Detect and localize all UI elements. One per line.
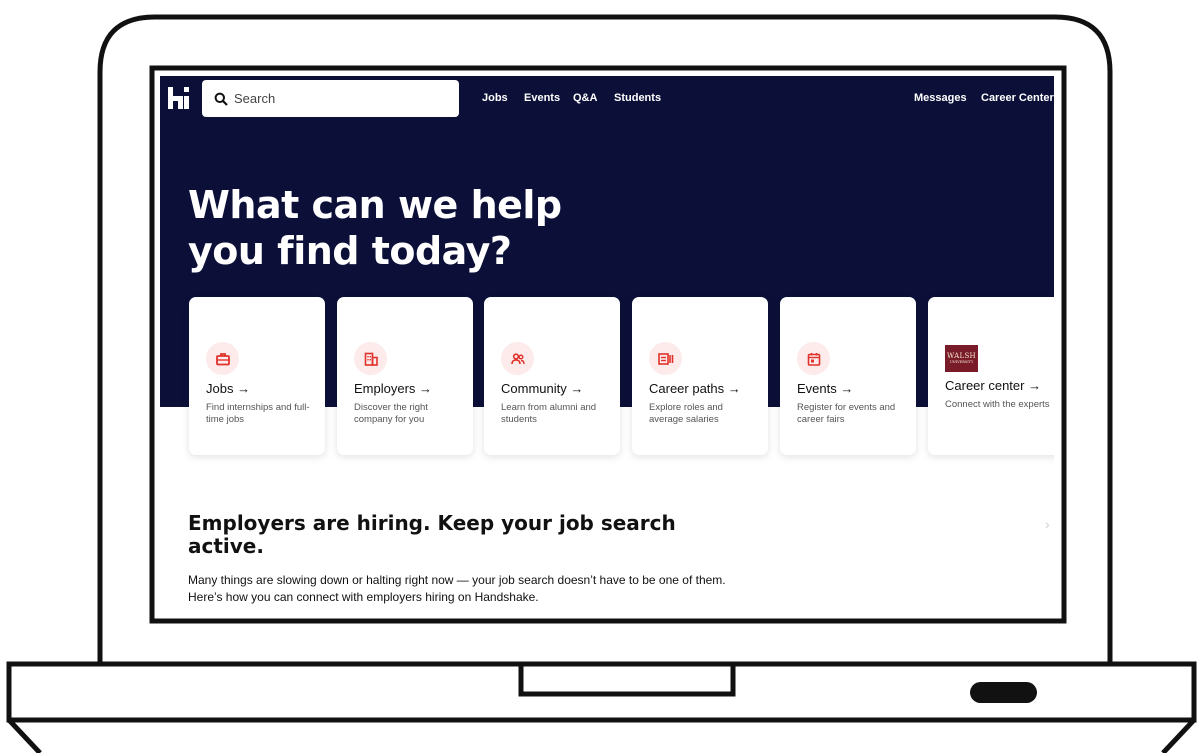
card-description: Register for events and career fairs	[797, 402, 896, 425]
hero-headline-line2: you find today?	[188, 229, 512, 273]
card-description: Find internships and full-time jobs	[206, 402, 310, 425]
nav-link-students[interactable]: Students	[614, 92, 661, 104]
calendar-icon	[797, 342, 830, 375]
card-description: Learn from alumni and students	[501, 402, 597, 425]
card-title: Career paths →	[649, 381, 741, 396]
nav-link-events[interactable]: Events	[524, 92, 560, 104]
nav-link-qa[interactable]: Q&A	[573, 92, 597, 104]
search-input[interactable]: Search	[202, 80, 459, 117]
card-title: Jobs →	[206, 381, 251, 396]
card-jobs[interactable]: Jobs → Find internships and full-time jo…	[189, 297, 325, 455]
hero-headline-line1: What can we help	[188, 183, 562, 227]
chevron-right-icon[interactable]: ›	[1045, 516, 1050, 532]
briefcase-icon	[206, 342, 239, 375]
logo-subtext: UNIVERSITY	[949, 360, 974, 364]
card-title: Career center →	[945, 378, 1042, 393]
search-icon	[214, 92, 228, 106]
browser-screen: Search Jobs Events Q&A Students Messages…	[160, 76, 1054, 613]
section-heading: Employers are hiring. Keep your job sear…	[188, 511, 676, 558]
building-icon	[354, 342, 387, 375]
search-placeholder: Search	[234, 91, 276, 106]
nav-link-career-center[interactable]: Career Center	[981, 92, 1054, 104]
handshake-logo-icon[interactable]	[168, 85, 190, 111]
career-paths-icon	[649, 342, 682, 375]
people-icon	[501, 342, 534, 375]
card-title: Employers →	[354, 381, 433, 396]
top-navbar: Search Jobs Events Q&A Students Messages…	[160, 76, 1054, 120]
card-community[interactable]: Community → Learn from alumni and studen…	[484, 297, 620, 455]
walsh-university-logo: WALSH UNIVERSITY	[945, 345, 978, 372]
card-events[interactable]: Events → Register for events and career …	[780, 297, 916, 455]
card-title: Events →	[797, 381, 854, 396]
card-career-center[interactable]: WALSH UNIVERSITY Career center → Connect…	[928, 297, 1054, 455]
card-description: Explore roles and average salaries	[649, 402, 723, 425]
hero-headline: What can we help you find today?	[188, 182, 708, 274]
card-description: Discover the right company for you	[354, 402, 428, 425]
card-description: Connect with the experts	[945, 399, 1050, 410]
card-career-paths[interactable]: Career paths → Explore roles and average…	[632, 297, 768, 455]
logo-text: WALSH	[947, 352, 976, 360]
nav-link-messages[interactable]: Messages	[914, 92, 967, 104]
card-employers[interactable]: Employers → Discover the right company f…	[337, 297, 473, 455]
nav-link-jobs[interactable]: Jobs	[482, 92, 508, 104]
card-title: Community →	[501, 381, 584, 396]
section-body: Many things are slowing down or halting …	[188, 573, 726, 604]
